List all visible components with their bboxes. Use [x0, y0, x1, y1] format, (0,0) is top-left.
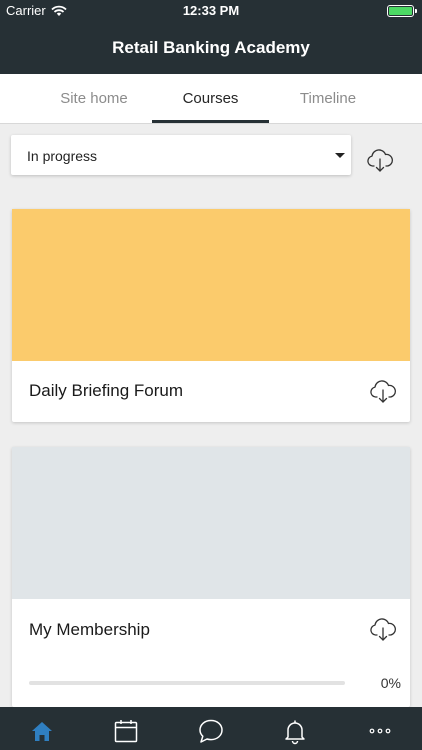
cloud-download-icon[interactable] — [365, 146, 395, 176]
tab-courses[interactable]: Courses — [152, 90, 269, 107]
battery-icon — [387, 5, 417, 17]
page-title: Retail Banking Academy — [112, 38, 310, 57]
progress-percentage: 0% — [380, 675, 401, 691]
course-card[interactable]: Daily Briefing Forum — [12, 209, 410, 422]
caret-down-icon — [335, 153, 345, 158]
course-progress-bar — [29, 681, 345, 685]
bell-icon[interactable] — [281, 717, 309, 745]
bottom-navigation — [0, 707, 422, 750]
home-icon[interactable] — [28, 717, 56, 745]
cloud-download-icon[interactable] — [368, 377, 398, 407]
tab-bar: Site home Courses Timeline — [0, 74, 422, 124]
cloud-download-icon[interactable] — [368, 615, 398, 645]
app-header: Carrier 12:33 PM Retail Banking Academy — [0, 0, 422, 74]
status-bar: Carrier 12:33 PM — [0, 0, 422, 22]
tab-site-home[interactable]: Site home — [42, 90, 146, 107]
calendar-icon[interactable] — [112, 717, 140, 745]
course-image — [12, 209, 410, 361]
tab-timeline[interactable]: Timeline — [280, 90, 376, 107]
course-card[interactable]: My Membership 0% — [12, 447, 410, 707]
course-title[interactable]: Daily Briefing Forum — [29, 381, 183, 401]
more-icon[interactable] — [366, 717, 394, 745]
course-filter-dropdown[interactable]: In progress — [11, 135, 351, 175]
course-title[interactable]: My Membership — [29, 620, 150, 640]
active-tab-indicator — [152, 120, 269, 123]
filter-selected-value: In progress — [27, 148, 98, 164]
messages-icon[interactable] — [197, 717, 225, 745]
course-image — [12, 447, 410, 599]
status-time: 12:33 PM — [182, 3, 240, 18]
